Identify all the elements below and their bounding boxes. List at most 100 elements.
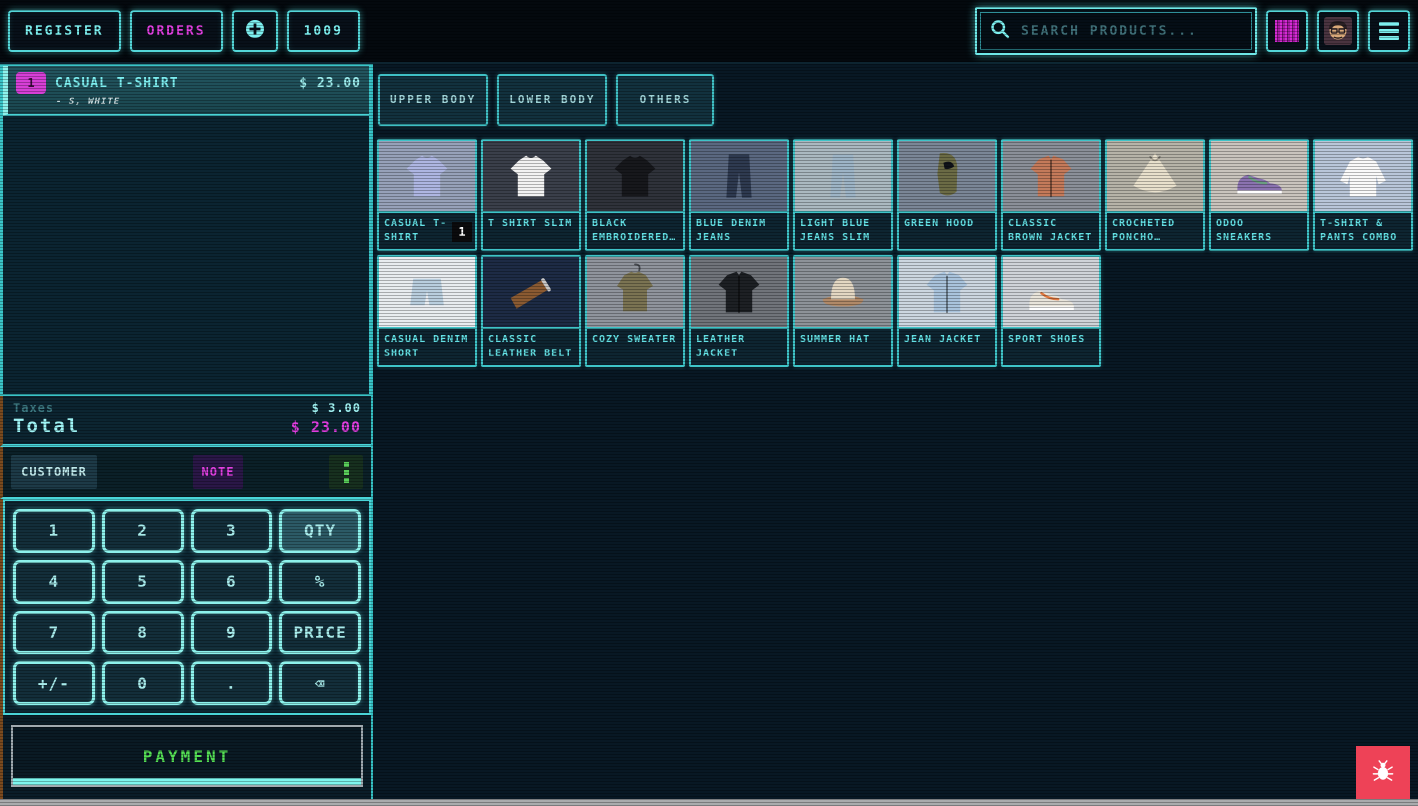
product-card[interactable]: GREEN HOOD bbox=[897, 139, 997, 251]
numpad-key-5[interactable]: 5 bbox=[102, 560, 184, 604]
numpad-key-2[interactable]: 2 bbox=[102, 509, 184, 553]
orders-button[interactable]: ORDERS bbox=[130, 10, 223, 52]
numpad-key-qty[interactable]: QTY bbox=[279, 509, 361, 553]
product-card[interactable]: JEAN JACKET bbox=[897, 255, 997, 367]
main-content: 1 CASUAL T-SHIRT $ 23.00 - S, WHITE Taxes $… bbox=[0, 64, 1418, 799]
cashier-avatar bbox=[1324, 17, 1352, 45]
product-name: CLASSIC LEATHER BELT bbox=[483, 327, 579, 365]
product-search-box[interactable] bbox=[975, 7, 1257, 55]
line-attributes: - S, WHITE bbox=[56, 97, 361, 107]
product-card[interactable]: BLACK EMBROIDERED… bbox=[585, 139, 685, 251]
product-name: CROCHETED PONCHO… bbox=[1107, 211, 1203, 249]
product-image bbox=[691, 257, 787, 327]
product-name: LEATHER JACKET bbox=[691, 327, 787, 365]
product-image bbox=[1003, 141, 1099, 211]
product-card[interactable]: T SHIRT SLIM bbox=[481, 139, 581, 251]
product-card[interactable]: CASUAL DENIM SHORT bbox=[377, 255, 477, 367]
product-name: COZY SWEATER bbox=[587, 327, 683, 365]
product-card[interactable]: SUMMER HAT bbox=[793, 255, 893, 367]
numpad-key-0[interactable]: 0 bbox=[102, 661, 184, 705]
note-button[interactable]: NOTE bbox=[193, 455, 243, 489]
product-image bbox=[795, 141, 891, 211]
total-label: Total bbox=[13, 415, 80, 437]
category-button-lower-body[interactable]: LOWER BODY bbox=[497, 74, 607, 126]
product-name: CASUAL DENIM SHORT bbox=[379, 327, 475, 365]
product-name: T-SHIRT & PANTS COMBO bbox=[1315, 211, 1411, 249]
product-card[interactable]: ODOO SNEAKERS bbox=[1209, 139, 1309, 251]
taxes-value: $ 3.00 bbox=[312, 401, 361, 415]
product-card[interactable]: CROCHETED PONCHO… bbox=[1105, 139, 1205, 251]
product-name: JEAN JACKET bbox=[899, 327, 995, 365]
product-name: GREEN HOOD bbox=[899, 211, 995, 249]
plus-circle-icon bbox=[245, 19, 265, 43]
numpad-key-1[interactable]: 1 bbox=[13, 509, 95, 553]
numpad-key-8[interactable]: 8 bbox=[102, 611, 184, 655]
product-image bbox=[1003, 257, 1099, 327]
product-card[interactable]: CASUAL T-SHIRT1 bbox=[377, 139, 477, 251]
numpad-key-percent[interactable]: % bbox=[279, 560, 361, 604]
payment-button[interactable]: PAYMENT bbox=[11, 725, 363, 787]
product-card[interactable]: LEATHER JACKET bbox=[689, 255, 789, 367]
category-button-upper-body[interactable]: UPPER BODY bbox=[378, 74, 488, 126]
numpad-wrap: 123QTY 456% 789PRICE +/-0.⌫ bbox=[0, 499, 371, 715]
search-icon bbox=[989, 18, 1011, 44]
kebab-menu-icon bbox=[344, 462, 349, 483]
product-card[interactable]: CLASSIC LEATHER BELT bbox=[481, 255, 581, 367]
numpad-key-7[interactable]: 7 bbox=[13, 611, 95, 655]
product-image bbox=[587, 257, 683, 327]
order-number-button[interactable]: 1009 bbox=[287, 10, 360, 52]
product-image bbox=[899, 141, 995, 211]
numpad-key-decimal[interactable]: . bbox=[191, 661, 273, 705]
product-image bbox=[483, 257, 579, 327]
hamburger-menu-icon bbox=[1379, 22, 1399, 40]
total-row: Total $ 23.00 bbox=[13, 415, 361, 437]
product-card[interactable]: COZY SWEATER bbox=[585, 255, 685, 367]
product-image bbox=[379, 141, 475, 211]
line-product-name: CASUAL T-SHIRT bbox=[55, 76, 290, 91]
navbar-right-group bbox=[975, 7, 1410, 55]
category-button-others[interactable]: OTHERS bbox=[616, 74, 714, 126]
numpad-key-backspace[interactable]: ⌫ bbox=[279, 661, 361, 705]
numpad-key-4[interactable]: 4 bbox=[13, 560, 95, 604]
numpad-key-3[interactable]: 3 bbox=[191, 509, 273, 553]
product-area: UPPER BODYLOWER BODYOTHERS CASUAL T-SHIR… bbox=[373, 64, 1418, 799]
product-card[interactable]: SPORT SHOES bbox=[1001, 255, 1101, 367]
order-summary: Taxes $ 3.00 Total $ 23.00 bbox=[0, 396, 371, 447]
register-button[interactable]: REGISTER bbox=[8, 10, 121, 52]
product-image bbox=[899, 257, 995, 327]
taxes-row: Taxes $ 3.00 bbox=[13, 401, 361, 415]
numpad-key-price[interactable]: PRICE bbox=[279, 611, 361, 655]
product-card[interactable]: T-SHIRT & PANTS COMBO bbox=[1313, 139, 1413, 251]
payment-area: PAYMENT bbox=[0, 715, 371, 799]
product-image bbox=[587, 141, 683, 211]
product-image bbox=[1107, 141, 1203, 211]
line-price: $ 23.00 bbox=[299, 76, 361, 91]
top-navbar: REGISTER ORDERS 1009 bbox=[0, 0, 1418, 64]
bug-icon bbox=[1371, 759, 1395, 786]
numpad-key-9[interactable]: 9 bbox=[191, 611, 273, 655]
navbar-left-group: REGISTER ORDERS 1009 bbox=[8, 10, 360, 52]
product-card[interactable]: CLASSIC BROWN JACKET bbox=[1001, 139, 1101, 251]
cashier-button[interactable] bbox=[1317, 10, 1359, 52]
product-name: CLASSIC BROWN JACKET bbox=[1003, 211, 1099, 249]
product-card[interactable]: LIGHT BLUE JEANS SLIM bbox=[793, 139, 893, 251]
product-image bbox=[1211, 141, 1307, 211]
debug-button[interactable] bbox=[1356, 746, 1410, 799]
main-menu-button[interactable] bbox=[1368, 10, 1410, 52]
line-qty-badge: 1 bbox=[16, 72, 46, 94]
product-name: LIGHT BLUE JEANS SLIM bbox=[795, 211, 891, 249]
product-card[interactable]: BLUE DENIM JEANS bbox=[689, 139, 789, 251]
customer-button[interactable]: CUSTOMER bbox=[11, 455, 97, 489]
more-actions-button[interactable] bbox=[329, 455, 363, 489]
bottom-status-bar bbox=[0, 799, 1418, 806]
barcode-button[interactable] bbox=[1266, 10, 1308, 52]
new-order-button[interactable] bbox=[232, 10, 278, 52]
numpad-key-6[interactable]: 6 bbox=[191, 560, 273, 604]
numpad-key-sign[interactable]: +/- bbox=[13, 661, 95, 705]
product-image bbox=[483, 141, 579, 211]
category-bar: UPPER BODYLOWER BODYOTHERS bbox=[378, 74, 1414, 126]
product-name: BLACK EMBROIDERED… bbox=[587, 211, 683, 249]
pos-app: REGISTER ORDERS 1009 bbox=[0, 0, 1418, 806]
order-line[interactable]: 1 CASUAL T-SHIRT $ 23.00 - S, WHITE bbox=[3, 66, 369, 116]
search-input[interactable] bbox=[1021, 24, 1243, 39]
